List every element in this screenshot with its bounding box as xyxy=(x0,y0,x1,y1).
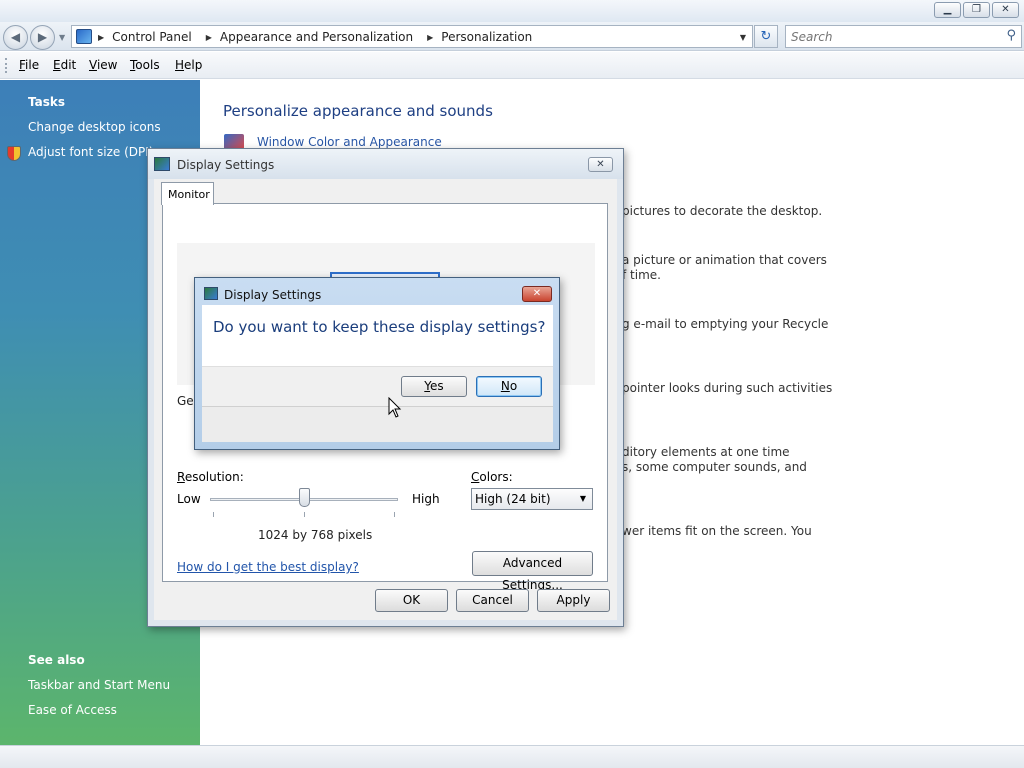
no-button[interactable]: No xyxy=(476,376,542,397)
adjust-font-size-link[interactable]: Adjust font size (DPI) xyxy=(28,145,153,159)
yes-label-rest: es xyxy=(430,379,444,393)
forward-button[interactable]: ▶ xyxy=(30,25,55,50)
menu-file[interactable]: File xyxy=(19,58,39,72)
display-settings-titlebar: Display Settings ✕ xyxy=(148,149,623,179)
display-settings-description: wer items fit on the screen. You xyxy=(622,524,812,538)
theme-description: ditory elements at one time xyxy=(622,445,790,459)
page-title: Personalize appearance and sounds xyxy=(223,102,493,120)
ok-button[interactable]: OK xyxy=(375,589,448,612)
forward-arrow-icon: ▶ xyxy=(37,30,48,44)
resolution-slider-thumb[interactable] xyxy=(298,488,310,507)
mouse-cursor-icon xyxy=(388,397,402,418)
confirm-dialog-title: Display Settings xyxy=(224,288,322,302)
display-settings-close-button[interactable]: ✕ xyxy=(588,157,613,172)
breadcrumb-separator-icon[interactable]: ▶ xyxy=(427,33,433,42)
minimize-button[interactable]: ▁ xyxy=(934,2,961,18)
theme-description-line2: s, some computer sounds, and xyxy=(622,460,807,474)
breadcrumb-control-panel[interactable]: Control Panel xyxy=(112,30,192,44)
colors-label-rest: olors: xyxy=(479,470,513,484)
slider-tick xyxy=(213,512,214,517)
colors-select-value: High (24 bit) xyxy=(475,492,551,506)
tab-monitor[interactable]: Monitor xyxy=(161,182,214,205)
confirm-message-area: Do you want to keep these display settin… xyxy=(202,305,553,366)
menu-tools[interactable]: Tools xyxy=(130,58,160,72)
yes-button[interactable]: Yes xyxy=(401,376,467,397)
change-desktop-icons-link[interactable]: Change desktop icons xyxy=(28,120,161,134)
breadcrumb-appearance[interactable]: Appearance and Personalization xyxy=(220,30,413,44)
cancel-button[interactable]: Cancel xyxy=(456,589,529,612)
back-button[interactable]: ◀ xyxy=(3,25,28,50)
resolution-value: 1024 by 768 pixels xyxy=(258,528,373,542)
sounds-description: g e-mail to emptying your Recycle xyxy=(622,317,829,331)
resolution-label-rest: esolution: xyxy=(184,470,244,484)
ease-of-access-link[interactable]: Ease of Access xyxy=(28,703,117,717)
confirm-display-settings-dialog: Display Settings ✕ Do you want to keep t… xyxy=(194,277,560,450)
see-also-heading: See also xyxy=(28,653,85,667)
menu-view-rest: iew xyxy=(96,58,118,72)
colors-select[interactable]: High (24 bit) ▼ xyxy=(471,488,593,510)
address-dropdown-icon[interactable]: ▼ xyxy=(740,33,746,42)
display-settings-icon xyxy=(204,287,218,300)
breadcrumb-separator-icon[interactable]: ▶ xyxy=(206,33,212,42)
breadcrumb: ▶ Control Panel ▶ Appearance and Persona… xyxy=(98,30,546,44)
recent-pages-dropdown[interactable]: ▼ xyxy=(59,33,65,42)
control-panel-icon xyxy=(76,29,92,44)
search-input[interactable] xyxy=(786,26,986,47)
search-box[interactable]: ⚲ xyxy=(785,25,1022,48)
best-display-help-link[interactable]: How do I get the best display? xyxy=(177,560,359,574)
menu-tools-rest: ools xyxy=(135,58,160,72)
menu-view[interactable]: View xyxy=(89,58,117,72)
menu-bar: File Edit View Tools Help xyxy=(0,52,1024,79)
colors-label: Colors: xyxy=(471,470,513,484)
confirm-message: Do you want to keep these display settin… xyxy=(213,318,546,336)
no-label-rest: o xyxy=(509,379,518,393)
mouse-pointers-description: pointer looks during such activities xyxy=(622,381,833,395)
taskbar-start-menu-link[interactable]: Taskbar and Start Menu xyxy=(28,678,170,692)
menu-help[interactable]: Help xyxy=(175,58,202,72)
refresh-icon: ↻ xyxy=(760,29,772,44)
address-bar[interactable]: ▶ Control Panel ▶ Appearance and Persona… xyxy=(71,25,753,48)
low-label: Low xyxy=(177,492,201,506)
window-color-appearance-link[interactable]: Window Color and Appearance xyxy=(257,135,442,149)
confirm-footer xyxy=(202,406,553,442)
window-titlebar: ▁ ❐ ✕ xyxy=(0,0,1024,22)
maximize-button[interactable]: ❐ xyxy=(963,2,990,18)
search-icon[interactable]: ⚲ xyxy=(1006,28,1016,43)
menu-edit[interactable]: Edit xyxy=(53,58,76,72)
breadcrumb-personalization[interactable]: Personalization xyxy=(441,30,532,44)
menu-file-rest: ile xyxy=(25,58,40,72)
refresh-button[interactable]: ↻ xyxy=(754,25,778,48)
desktop-background-description: pictures to decorate the desktop. xyxy=(622,204,823,218)
tasks-heading: Tasks xyxy=(28,95,66,109)
close-window-button[interactable]: ✕ xyxy=(992,2,1019,18)
menu-grip xyxy=(5,58,7,73)
chevron-down-icon: ▼ xyxy=(579,494,586,503)
resolution-label: Resolution: xyxy=(177,470,244,484)
menu-help-rest: elp xyxy=(184,58,203,72)
status-bar xyxy=(0,745,1024,768)
slider-tick xyxy=(304,512,305,517)
menu-edit-rest: dit xyxy=(60,58,77,72)
screen-saver-description-line2: f time. xyxy=(622,268,661,282)
slider-tick xyxy=(394,512,395,517)
high-label: High xyxy=(412,492,440,506)
breadcrumb-separator-icon[interactable]: ▶ xyxy=(98,33,104,42)
back-arrow-icon: ◀ xyxy=(10,30,21,44)
advanced-settings-button[interactable]: Advanced Settings... xyxy=(472,551,593,592)
uac-shield-icon xyxy=(7,146,21,161)
display-settings-icon xyxy=(154,157,170,171)
screen-saver-description: a picture or animation that covers xyxy=(622,253,827,267)
apply-button[interactable]: Apply xyxy=(537,589,610,612)
address-toolbar: ◀ ▶ ▼ ▶ Control Panel ▶ Appearance and P… xyxy=(0,22,1024,51)
display-settings-title: Display Settings xyxy=(177,158,275,172)
confirm-dialog-close-button[interactable]: ✕ xyxy=(522,286,552,302)
